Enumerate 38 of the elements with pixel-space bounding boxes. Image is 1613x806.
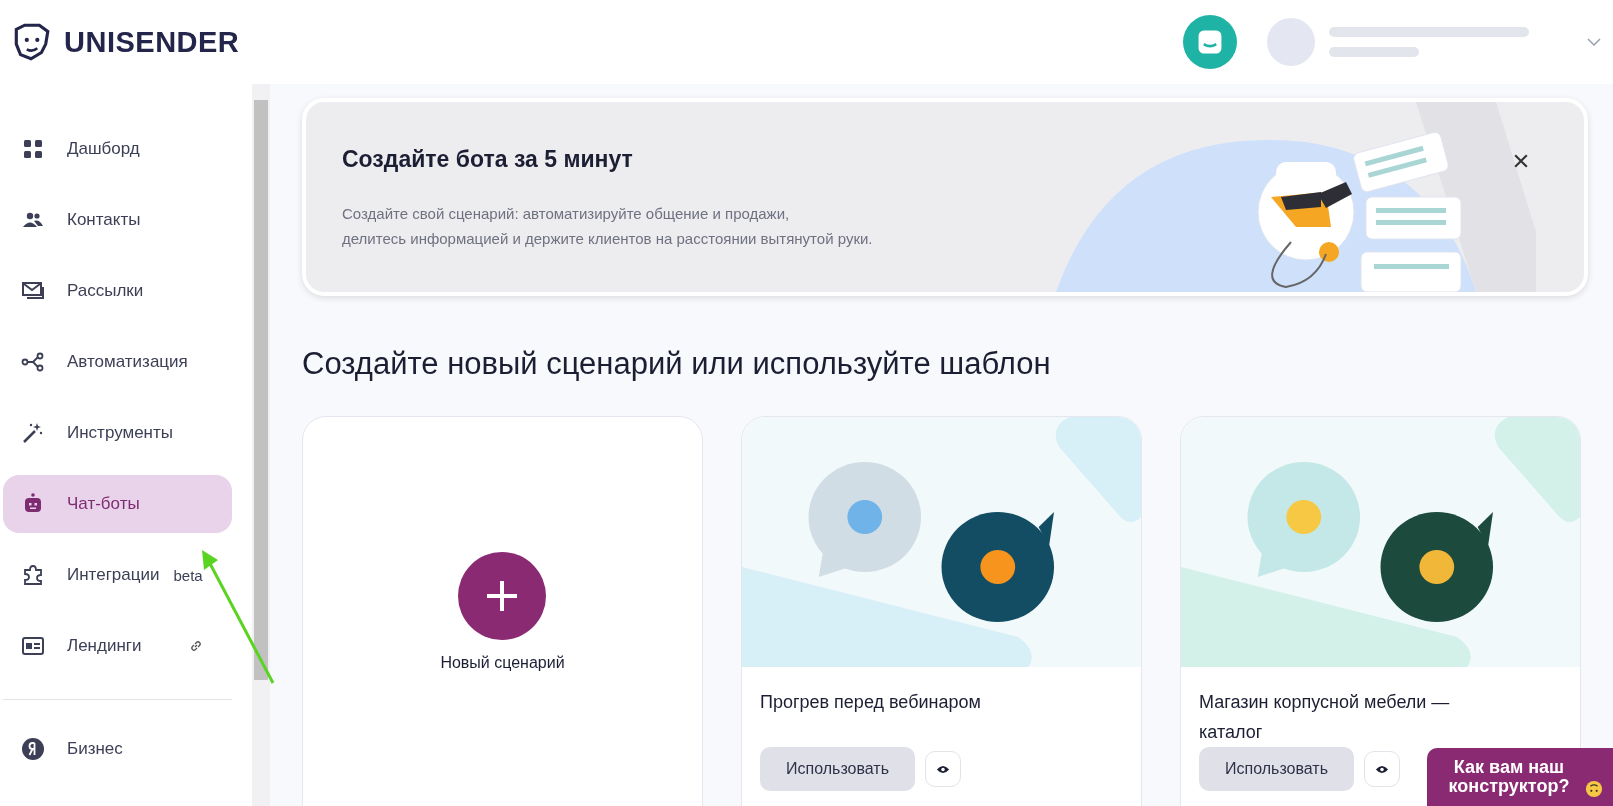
layout-icon bbox=[21, 634, 45, 658]
template-title: Магазин корпусной мебели — каталог bbox=[1199, 691, 1451, 744]
puzzle-icon bbox=[21, 563, 45, 587]
feedback-widget[interactable]: Как вам наш конструктор? bbox=[1427, 748, 1613, 806]
avatar-icon bbox=[1267, 18, 1315, 66]
plus-icon bbox=[458, 552, 547, 640]
eye-icon bbox=[1374, 764, 1389, 774]
ya-logo-icon bbox=[21, 737, 45, 761]
dashboard-icon bbox=[21, 137, 45, 161]
eye-icon bbox=[935, 764, 950, 774]
banner-title: Создайте бота за 5 минут bbox=[342, 146, 634, 173]
nodes-icon bbox=[21, 350, 45, 374]
scrollbar[interactable] bbox=[252, 84, 270, 806]
sidebar-item[interactable]: Рассылки bbox=[3, 262, 232, 320]
sidebar-item[interactable]: Лендинги bbox=[3, 617, 232, 675]
section-heading: Создайте новый сценарий или используйте шаблон bbox=[302, 346, 1052, 382]
close-icon[interactable] bbox=[1514, 154, 1528, 168]
new-scenario-card[interactable]: Новый сценарий bbox=[302, 416, 703, 806]
sidebar-item[interactable]: Бизнес bbox=[3, 720, 232, 778]
sidebar-item[interactable]: Дашборд bbox=[3, 120, 232, 178]
template-title: Прогрев перед вебинаром bbox=[760, 691, 982, 714]
preview-button[interactable] bbox=[1363, 751, 1400, 787]
new-scenario-label: Новый сценарий bbox=[440, 654, 565, 672]
use-button[interactable]: Использовать bbox=[1199, 747, 1354, 791]
sidebar-item[interactable]: Интеграции beta bbox=[3, 546, 232, 604]
sidebar-item[interactable]: Инструменты bbox=[3, 404, 232, 462]
chevron-down-icon[interactable] bbox=[1587, 38, 1601, 46]
banner-text: Создайте свой сценарий: автоматизируйте общение и продажи, делитесь информацией и держите клиентов на расстоянии вытянутой руки. bbox=[342, 204, 874, 249]
sidebar-item[interactable]: Чат-боты bbox=[3, 475, 232, 533]
smiley-icon bbox=[1585, 780, 1603, 798]
preview-button[interactable] bbox=[924, 751, 961, 787]
logo-text: UNISENDER bbox=[64, 25, 240, 59]
sidebar-item[interactable]: Автоматизация bbox=[3, 333, 232, 391]
chat-icon[interactable] bbox=[1183, 15, 1237, 69]
magic-wand-icon bbox=[21, 421, 45, 445]
use-button[interactable]: Использовать bbox=[760, 747, 915, 791]
beta-label: beta bbox=[173, 566, 203, 584]
sidebar-item[interactable]: Контакты bbox=[3, 191, 232, 249]
